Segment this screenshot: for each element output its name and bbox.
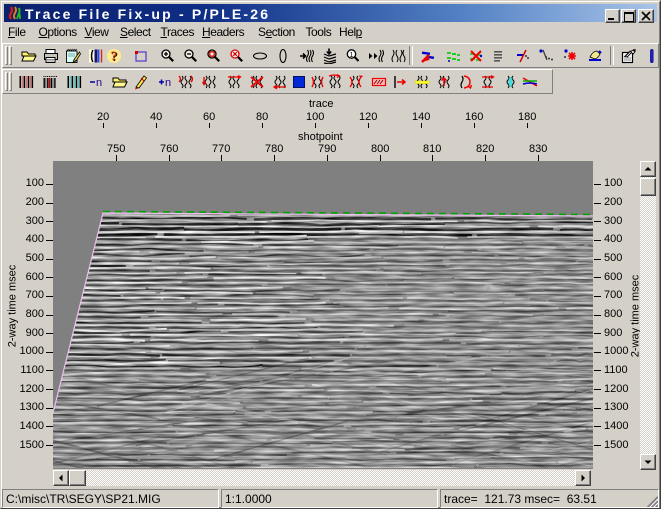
svg-text:n: n <box>165 77 171 89</box>
svg-text:n: n <box>96 77 102 89</box>
svg-text:1: 1 <box>350 52 354 59</box>
svg-text:?: ? <box>111 49 118 64</box>
